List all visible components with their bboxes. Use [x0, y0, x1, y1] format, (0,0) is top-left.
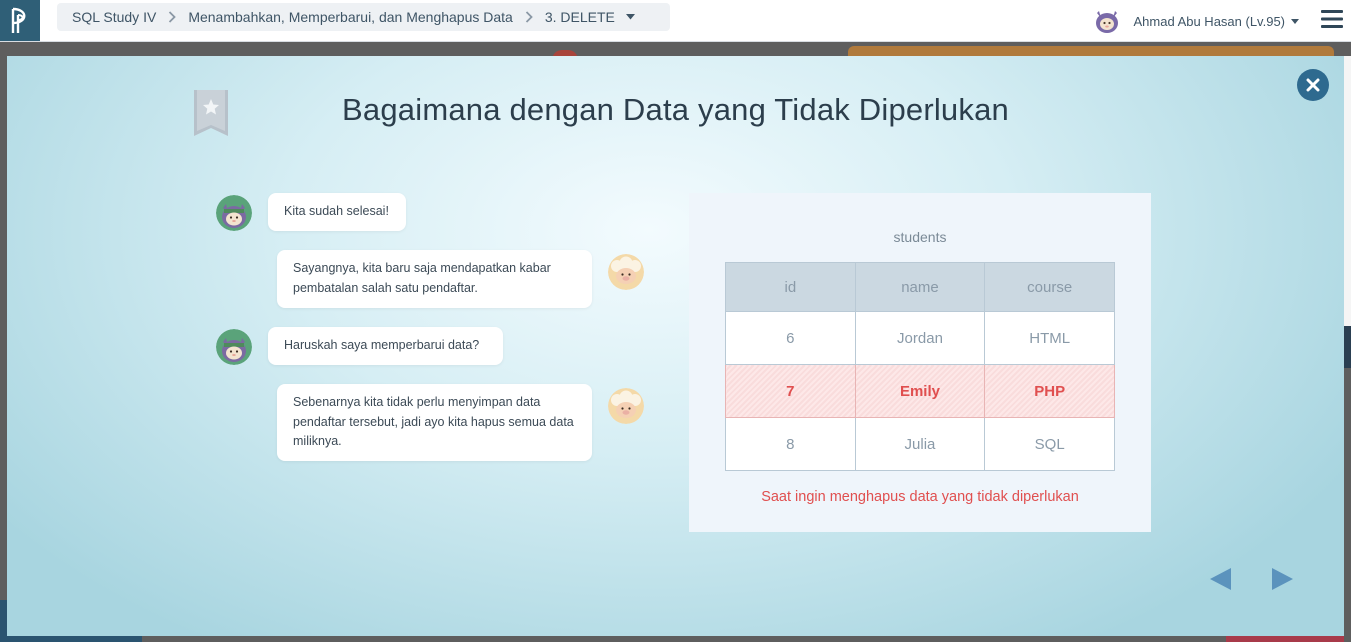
chat-bubble: Sayangnya, kita baru saja mendapatkan ka…: [277, 250, 592, 308]
slide-title: Bagaimana dengan Data yang Tidak Diperlu…: [342, 92, 1009, 127]
chevron-right-icon: [525, 11, 533, 23]
progate-logo-icon[interactable]: [0, 0, 40, 41]
chat-message: Kita sudah selesai!: [284, 204, 389, 218]
table-cell: HTML: [984, 311, 1115, 365]
chat-message: Haruskah saya memperbarui data?: [284, 338, 480, 352]
ninja-avatar: [216, 195, 252, 231]
sheep-avatar: [608, 388, 644, 424]
ninja-avatar: [216, 329, 252, 365]
next-slide-arrow-icon[interactable]: [1272, 568, 1294, 590]
breadcrumb-course[interactable]: SQL Study IV: [72, 9, 156, 25]
close-button[interactable]: [1297, 69, 1329, 101]
user-avatar: [1096, 11, 1119, 33]
caret-down-icon[interactable]: [625, 14, 635, 20]
chat-message: Sayangnya, kita baru saja mendapatkan ka…: [293, 261, 551, 295]
sheep-avatar: [608, 254, 644, 290]
breadcrumb: SQL Study IV Menambahkan, Memperbarui, d…: [57, 3, 670, 31]
column-header: course: [984, 262, 1115, 312]
column-header: id: [725, 262, 856, 312]
chat-bubble: Kita sudah selesai!: [268, 193, 406, 231]
table-cell: PHP: [984, 364, 1115, 418]
table-cell: SQL: [984, 417, 1115, 471]
slide-modal: Bagaimana dengan Data yang Tidak Diperlu…: [7, 56, 1344, 636]
caret-down-icon[interactable]: [1291, 18, 1299, 24]
breadcrumb-lesson[interactable]: 3. DELETE: [545, 9, 615, 25]
table-panel: students id name course 6 Jordan HTML 7 …: [689, 193, 1151, 532]
table-cell: 7: [725, 364, 856, 418]
chevron-right-icon: [168, 11, 177, 23]
table-note: Saat ingin menghapus data yang tidak dip…: [761, 489, 1079, 505]
close-icon: [1306, 78, 1320, 92]
table-row: 8 Julia SQL: [725, 417, 1115, 471]
table-caption: students: [893, 229, 947, 245]
table-cell: Emily: [854, 364, 986, 418]
hamburger-menu-icon[interactable]: [1321, 8, 1343, 30]
table-row-highlighted: 7 Emily PHP: [725, 364, 1115, 418]
chat-message: Sebenarnya kita tidak perlu menyimpan da…: [293, 395, 574, 448]
breadcrumb-chapter[interactable]: Menambahkan, Memperbarui, dan Menghapus …: [188, 9, 513, 25]
table-cell: 6: [725, 311, 856, 365]
chat-bubble: Sebenarnya kita tidak perlu menyimpan da…: [277, 384, 592, 461]
table-cell: 8: [725, 417, 856, 471]
table-header-row: id name course: [725, 262, 1115, 312]
top-bar: SQL Study IV Menambahkan, Memperbarui, d…: [0, 0, 1351, 42]
table-row: 6 Jordan HTML: [725, 311, 1115, 365]
previous-slide-arrow-icon[interactable]: [1210, 568, 1232, 590]
column-header: name: [854, 262, 986, 312]
chat-bubble: Haruskah saya memperbarui data?: [268, 327, 503, 365]
table-cell: Julia: [854, 417, 986, 471]
user-name[interactable]: Ahmad Abu Hasan (Lv.95): [1133, 14, 1285, 29]
table-cell: Jordan: [854, 311, 986, 365]
background-panel-right-dark: [1344, 326, 1351, 368]
students-table: id name course 6 Jordan HTML 7 Emily PHP…: [725, 262, 1115, 471]
user-menu[interactable]: Ahmad Abu Hasan (Lv.95): [1093, 7, 1299, 35]
background-panel-right: [1344, 56, 1351, 326]
